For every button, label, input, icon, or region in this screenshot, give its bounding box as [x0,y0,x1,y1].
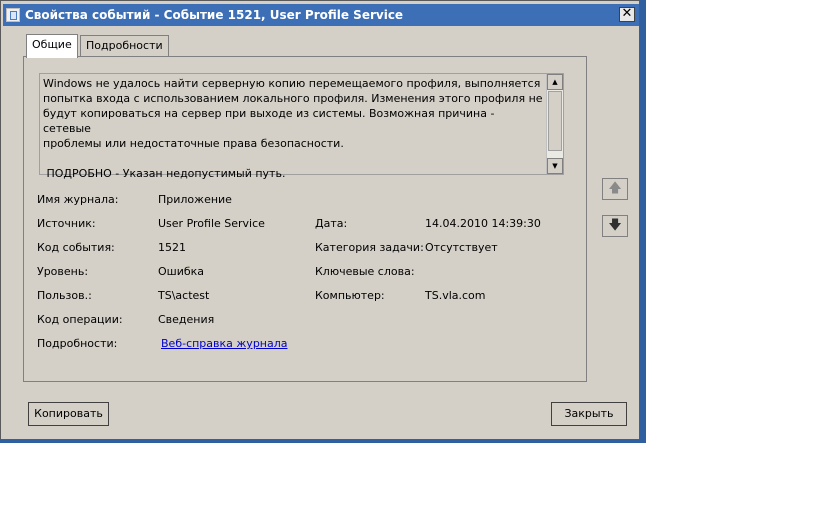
event-id-value: 1521 [158,241,186,254]
keywords-label: Ключевые слова: [315,265,415,278]
event-viewer-icon [6,8,20,22]
desktop-background-bottom [0,440,646,443]
event-properties-dialog: Свойства событий - Событие 1521, User Pr… [0,0,640,440]
date-label: Дата: [315,217,348,230]
general-tab-panel: Windows не удалось найти серверную копию… [23,56,587,382]
level-label: Уровень: [37,265,89,278]
user-value: TS\actest [158,289,210,302]
date-value: 14.04.2010 14:39:30 [425,217,541,230]
task-category-label: Категория задачи: [315,241,424,254]
user-label: Пользов.: [37,289,92,302]
event-log-help-link[interactable]: Веб-справка журнала [161,337,288,350]
close-button[interactable]: Закрыть [551,402,627,426]
event-description-box[interactable]: Windows не удалось найти серверную копию… [39,73,564,180]
description-scrollbar[interactable]: ▲ ▼ [546,74,563,174]
opcode-label: Код операции: [37,313,123,326]
computer-label: Компьютер: [315,289,385,302]
source-value: User Profile Service [158,217,265,230]
title-bar[interactable]: Свойства событий - Событие 1521, User Pr… [3,4,639,26]
opcode-value: Сведения [158,313,215,326]
scroll-down-icon[interactable]: ▼ [547,158,563,174]
desktop-background-right [640,0,646,441]
log-name-value: Приложение [158,193,232,206]
previous-event-arrow-up-icon[interactable]: 🡅 [602,178,628,200]
more-info-label: Подробности: [37,337,118,350]
computer-value: TS.vla.com [425,289,486,302]
source-label: Источник: [37,217,96,230]
copy-button[interactable]: Копировать [28,402,109,426]
scroll-up-icon[interactable]: ▲ [547,74,563,90]
tab-details[interactable]: Подробности [80,35,169,56]
log-name-label: Имя журнала: [37,193,119,206]
task-category-value: Отсутствует [425,241,498,254]
event-description-text[interactable]: Windows не удалось найти серверную копию… [43,76,543,181]
level-value: Ошибка [158,265,205,278]
event-id-label: Код события: [37,241,115,254]
close-window-button[interactable]: ✕ [619,7,635,22]
next-event-arrow-down-icon[interactable]: 🡇 [602,215,628,237]
tab-general[interactable]: Общие [26,34,78,58]
scroll-thumb[interactable] [548,91,562,151]
window-title: Свойства событий - Событие 1521, User Pr… [25,8,404,22]
